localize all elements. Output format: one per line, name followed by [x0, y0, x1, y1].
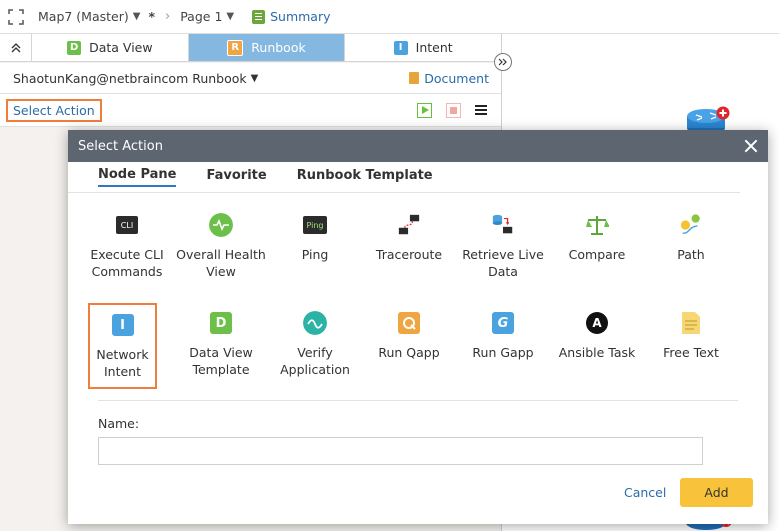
chevron-down-icon: ▼ — [250, 72, 259, 84]
dialog-header: Select Action — [68, 130, 768, 162]
double-chevron-right-icon — [498, 58, 507, 66]
menu-icon[interactable] — [475, 105, 487, 115]
select-action-dialog: Select Action Node Pane Favorite Runbook… — [68, 130, 768, 524]
play-icon[interactable] — [417, 102, 432, 118]
chevron-down-icon: ▼ — [226, 11, 235, 22]
wave-icon — [303, 311, 327, 335]
document-icon — [409, 72, 420, 84]
action-traceroute[interactable]: Traceroute — [362, 213, 456, 263]
tab-label: Data View — [89, 40, 153, 55]
action-row: Select Action — [0, 94, 501, 127]
action-label: Overall Health View — [176, 247, 266, 279]
top-toolbar: Map7 (Master) ▼ * › Page 1 ▼ Summary — [0, 0, 779, 34]
action-overall-health-view[interactable]: Overall Health View — [174, 213, 268, 280]
note-icon — [682, 312, 700, 334]
action-label: Free Text — [663, 345, 719, 360]
action-label: Network Intent — [96, 347, 149, 379]
tab-label: Runbook — [251, 40, 306, 55]
name-input[interactable] — [98, 437, 703, 465]
action-label: Verify Application — [280, 345, 350, 377]
fullscreen-icon[interactable] — [8, 8, 24, 25]
map-selector[interactable]: Map7 (Master) ▼ * — [38, 9, 155, 24]
stop-icon[interactable] — [446, 102, 461, 118]
name-label: Name: — [98, 416, 140, 431]
action-verify-application[interactable]: Verify Application — [268, 311, 362, 378]
runbook-header: ShaotunKang@netbraincom Runbook ▼ Docume… — [0, 63, 501, 94]
close-icon[interactable] — [744, 139, 758, 153]
action-label: Ping — [301, 247, 329, 262]
action-ansible-task[interactable]: A Ansible Task — [550, 311, 644, 361]
action-path[interactable]: Path — [644, 213, 738, 263]
expand-panel-button[interactable] — [494, 53, 512, 71]
dialog-title: Select Action — [78, 138, 163, 154]
map-name: Map7 (Master) — [38, 9, 129, 24]
action-label: Ansible Task — [558, 345, 636, 360]
breadcrumb-separator-icon: › — [165, 9, 171, 24]
runbook-selector[interactable]: ShaotunKang@netbraincom Runbook ▼ — [13, 71, 258, 86]
page-name: Page 1 — [180, 9, 223, 24]
ping-icon: Ping — [303, 216, 327, 234]
action-label: Execute CLI Commands — [90, 247, 164, 279]
intent-icon: I — [393, 40, 408, 55]
qapp-icon — [398, 312, 420, 334]
cli-icon: CLI — [116, 216, 138, 234]
action-label: Path — [677, 247, 705, 262]
intent-icon: I — [111, 314, 134, 336]
runbook-title: ShaotunKang@netbraincom Runbook — [13, 70, 247, 86]
data-view-icon: D — [67, 40, 82, 55]
action-label: Data View Template — [189, 345, 253, 377]
unsaved-mark: * — [148, 9, 155, 24]
document-label: Document — [424, 70, 489, 86]
select-action-button[interactable]: Select Action — [6, 98, 102, 122]
gapp-icon: G — [492, 312, 514, 334]
panel-tabs: D Data View R Runbook I Intent — [0, 34, 501, 62]
tab-runbook[interactable]: R Runbook — [188, 34, 346, 61]
collapse-up-button[interactable] — [0, 34, 32, 61]
live-data-icon — [492, 214, 513, 234]
runbook-icon: R — [227, 39, 244, 56]
tab-data-view[interactable]: D Data View — [32, 34, 189, 61]
action-label: Compare — [568, 247, 626, 262]
action-execute-cli[interactable]: CLI Execute CLI Commands — [80, 213, 174, 280]
action-label: Run Gapp — [472, 345, 534, 360]
tab-favorite[interactable]: Favorite — [206, 168, 266, 186]
add-button[interactable]: Add — [680, 478, 753, 507]
health-pulse-icon — [209, 213, 233, 237]
action-free-text[interactable]: Free Text — [644, 311, 738, 361]
action-run-gapp[interactable]: G Run Gapp — [456, 311, 550, 361]
summary-icon — [252, 9, 266, 24]
traceroute-icon — [398, 214, 420, 235]
chevron-down-icon: ▼ — [132, 11, 141, 22]
action-label: Run Qapp — [378, 345, 440, 360]
data-view-icon: D — [210, 312, 232, 334]
action-compare[interactable]: Compare — [550, 213, 644, 263]
summary-label: Summary — [270, 9, 331, 24]
tab-label: Intent — [415, 40, 453, 55]
runbook-controls — [417, 102, 487, 118]
dialog-tabs: Node Pane Favorite Runbook Template — [68, 162, 740, 193]
ansible-icon: A — [586, 312, 608, 334]
cancel-button[interactable]: Cancel — [624, 485, 666, 500]
action-ping[interactable]: Ping Ping — [268, 213, 362, 263]
document-link[interactable]: Document — [409, 71, 489, 86]
divider — [98, 400, 738, 401]
page-selector[interactable]: Page 1 ▼ — [180, 9, 234, 24]
action-label: Retrieve Live Data — [462, 247, 544, 279]
path-icon — [680, 214, 700, 235]
action-label: Traceroute — [375, 247, 443, 262]
action-retrieve-live-data[interactable]: Retrieve Live Data — [456, 213, 550, 280]
tab-intent[interactable]: I Intent — [345, 34, 501, 61]
tab-runbook-template[interactable]: Runbook Template — [297, 168, 433, 186]
action-data-view-template[interactable]: D Data View Template — [174, 311, 268, 378]
tab-node-pane[interactable]: Node Pane — [98, 167, 177, 187]
scale-icon — [586, 216, 609, 235]
summary-link[interactable]: Summary — [252, 9, 331, 24]
action-network-intent[interactable]: I Network Intent — [88, 303, 157, 389]
action-run-qapp[interactable]: Run Qapp — [362, 311, 456, 361]
double-chevron-up-icon — [11, 42, 20, 52]
